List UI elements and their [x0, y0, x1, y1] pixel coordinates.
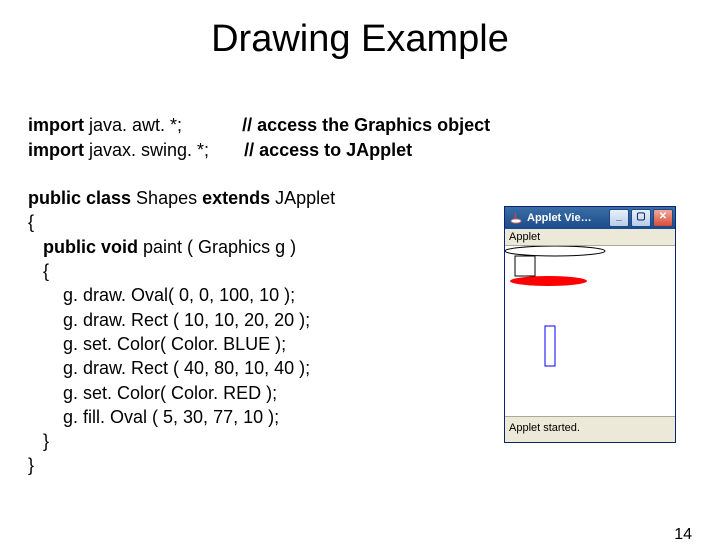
java-cup-icon [509, 211, 523, 225]
close-button[interactable]: ✕ [653, 209, 673, 227]
menu-applet[interactable]: Applet [509, 231, 540, 243]
code-comment: // access to JApplet [244, 140, 412, 160]
page-number: 14 [674, 526, 692, 544]
code-text: javax. swing. *; [84, 140, 244, 160]
drawing-svg [505, 246, 675, 416]
code-line: g. draw. Rect ( 40, 80, 10, 40 ); [28, 358, 310, 378]
shape-oval-1 [505, 246, 605, 256]
statusbar: Applet started. [505, 417, 675, 439]
shape-filloval [510, 276, 587, 286]
applet-canvas [505, 246, 675, 417]
kw-import: import [28, 140, 84, 160]
code-brace: } [28, 455, 34, 475]
minimize-button[interactable]: _ [609, 209, 629, 227]
kw-import: import [28, 115, 84, 135]
code-comment: // access the Graphics object [242, 115, 490, 135]
shape-rect-1 [515, 256, 535, 276]
code-brace: { [28, 212, 34, 232]
applet-window: Applet Vie… _ ▢ ✕ Applet Applet started. [504, 206, 676, 443]
kw-public-class: public class [28, 188, 131, 208]
kw-extends: extends [202, 188, 270, 208]
code-line: g. fill. Oval ( 5, 30, 77, 10 ); [28, 407, 279, 427]
code-line: g. draw. Rect ( 10, 10, 20, 20 ); [28, 310, 310, 330]
titlebar[interactable]: Applet Vie… _ ▢ ✕ [505, 207, 675, 229]
window-title: Applet Vie… [527, 212, 609, 224]
code-text: Shapes [131, 188, 202, 208]
menubar[interactable]: Applet [505, 229, 675, 246]
code-line: g. set. Color( Color. RED ); [28, 383, 277, 403]
code-line: g. set. Color( Color. BLUE ); [28, 334, 286, 354]
maximize-button[interactable]: ▢ [631, 209, 651, 227]
shape-rect-2 [545, 326, 555, 366]
code-text: java. awt. *; [84, 115, 242, 135]
slide-title: Drawing Example [0, 18, 720, 61]
code-line: g. draw. Oval( 0, 0, 100, 10 ); [28, 285, 295, 305]
code-brace: } [28, 431, 49, 451]
code-text: JApplet [270, 188, 335, 208]
code-brace: { [28, 261, 49, 281]
kw-public-void: public void [28, 237, 138, 257]
code-text: paint ( Graphics g ) [138, 237, 296, 257]
